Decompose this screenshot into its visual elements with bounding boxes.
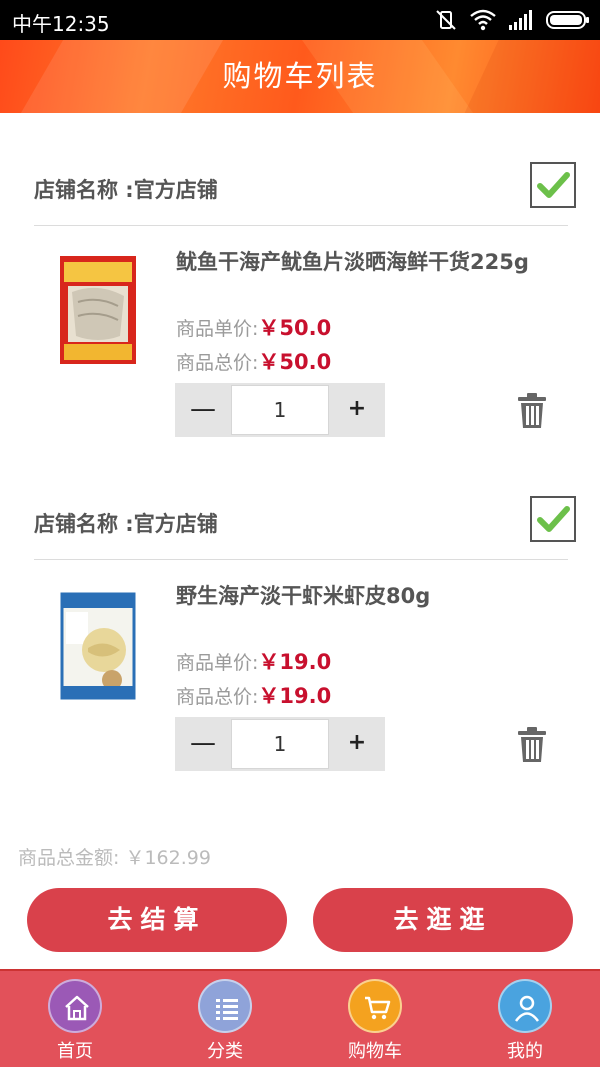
trash-icon[interactable] xyxy=(516,726,548,764)
quantity-field[interactable]: 1 xyxy=(231,719,329,769)
quantity-stepper: — 1 + xyxy=(175,383,385,437)
divider xyxy=(34,225,568,226)
status-icons xyxy=(434,8,590,32)
cart-icon-circle xyxy=(348,979,402,1033)
title-bar: 购物车列表 xyxy=(0,40,600,113)
user-icon-circle xyxy=(498,979,552,1033)
decrease-button[interactable]: — xyxy=(175,717,231,771)
shop-checkbox[interactable] xyxy=(530,496,576,542)
quantity-stepper: — 1 + xyxy=(175,717,385,771)
shop-header: 店铺名称 :官方店铺 xyxy=(34,496,576,558)
nav-label: 首页 xyxy=(57,1041,93,1062)
check-icon xyxy=(537,172,570,198)
status-bar: 中午12:35 xyxy=(0,0,600,40)
product-image-squid[interactable] xyxy=(48,252,148,380)
unit-price-label: 商品单价: xyxy=(176,652,259,674)
unit-price-value: ￥50.0 xyxy=(258,316,332,340)
divider xyxy=(34,559,568,560)
nav-label: 分类 xyxy=(207,1041,243,1062)
decrease-button[interactable]: — xyxy=(175,383,231,437)
home-icon-circle xyxy=(48,979,102,1033)
shop-name: 店铺名称 :官方店铺 xyxy=(34,512,218,536)
total-price-value: ￥50.0 xyxy=(258,350,332,374)
shop-header: 店铺名称 :官方店铺 xyxy=(34,162,576,224)
unit-price-row: 商品单价:￥19.0 xyxy=(176,646,331,676)
check-icon xyxy=(537,506,570,532)
product-name[interactable]: 鱿鱼干海产鱿鱼片淡晒海鲜干货225g xyxy=(176,248,546,276)
total-price-row: 商品总价:￥19.0 xyxy=(176,680,331,710)
bottom-nav: 首页 分类 购物车 我的 xyxy=(0,969,600,1067)
nav-item-category[interactable]: 分类 xyxy=(150,971,300,1067)
total-price-row: 商品总价:￥50.0 xyxy=(176,346,331,376)
battery-icon xyxy=(546,11,589,29)
signal-icon xyxy=(509,10,532,30)
total-price-label: 商品总价: xyxy=(176,352,259,374)
shop-checkbox[interactable] xyxy=(530,162,576,208)
cart-total: 商品总金额: ￥162.99 xyxy=(18,847,211,869)
continue-shopping-button[interactable]: 去逛逛 xyxy=(313,888,573,952)
unit-price-value: ￥19.0 xyxy=(258,650,332,674)
list-icon-circle xyxy=(198,979,252,1033)
unit-price-row: 商品单价:￥50.0 xyxy=(176,312,331,342)
increase-button[interactable]: + xyxy=(329,383,385,437)
nav-item-cart[interactable]: 购物车 xyxy=(300,971,450,1067)
list-icon xyxy=(216,999,238,1020)
nav-label: 购物车 xyxy=(348,1041,402,1062)
nav-label: 我的 xyxy=(507,1041,543,1062)
quantity-field[interactable]: 1 xyxy=(231,385,329,435)
product-name[interactable]: 野生海产淡干虾米虾皮80g xyxy=(176,582,546,610)
wifi-icon xyxy=(470,9,496,31)
cart-icon xyxy=(365,996,391,1020)
trash-icon[interactable] xyxy=(516,392,548,430)
page-title: 购物车列表 xyxy=(222,59,378,93)
user-icon xyxy=(514,995,540,1022)
total-price-value: ￥19.0 xyxy=(258,684,332,708)
unit-price-label: 商品单价: xyxy=(176,318,259,340)
home-icon xyxy=(65,995,89,1021)
increase-button[interactable]: + xyxy=(329,717,385,771)
checkout-button[interactable]: 去结算 xyxy=(27,888,287,952)
total-price-label: 商品总价: xyxy=(176,686,259,708)
vibrate-off-icon xyxy=(436,10,456,30)
shop-name: 店铺名称 :官方店铺 xyxy=(34,178,218,202)
nav-item-home[interactable]: 首页 xyxy=(0,971,150,1067)
nav-item-profile[interactable]: 我的 xyxy=(450,971,600,1067)
status-time: 中午12:35 xyxy=(12,12,110,36)
product-image-shrimp[interactable] xyxy=(48,588,148,716)
